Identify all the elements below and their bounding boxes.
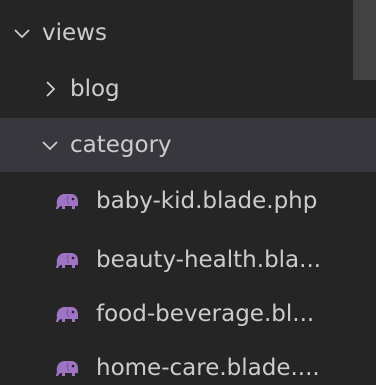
file-label: beauty-health.bla... xyxy=(96,246,322,273)
file-item[interactable]: home-care.blade.... xyxy=(0,341,376,385)
file-item[interactable]: beauty-health.bla... xyxy=(0,233,376,287)
php-elephant-icon xyxy=(52,357,82,379)
folder-label-category: category xyxy=(70,131,172,158)
folder-blog[interactable]: blog xyxy=(0,62,376,116)
php-elephant-icon xyxy=(52,190,82,212)
scrollbar-thumb[interactable] xyxy=(353,0,376,80)
file-item[interactable]: baby-kid.blade.php xyxy=(0,174,376,228)
folder-label-views: views xyxy=(42,19,107,46)
folder-category[interactable]: category xyxy=(0,118,376,172)
file-label: food-beverage.bl... xyxy=(96,300,315,327)
folder-label-blog: blog xyxy=(70,75,120,102)
file-explorer-tree: views blog category baby-kid.blade.php b… xyxy=(0,0,376,385)
php-elephant-icon xyxy=(52,249,82,271)
chevron-right-icon[interactable] xyxy=(40,79,60,99)
file-label: baby-kid.blade.php xyxy=(96,187,318,214)
folder-views[interactable]: views xyxy=(0,6,376,60)
file-item[interactable]: food-beverage.bl... xyxy=(0,287,376,341)
file-label: home-care.blade.... xyxy=(96,354,320,381)
php-elephant-icon xyxy=(52,303,82,325)
chevron-down-icon[interactable] xyxy=(12,23,32,43)
chevron-down-icon[interactable] xyxy=(40,135,60,155)
